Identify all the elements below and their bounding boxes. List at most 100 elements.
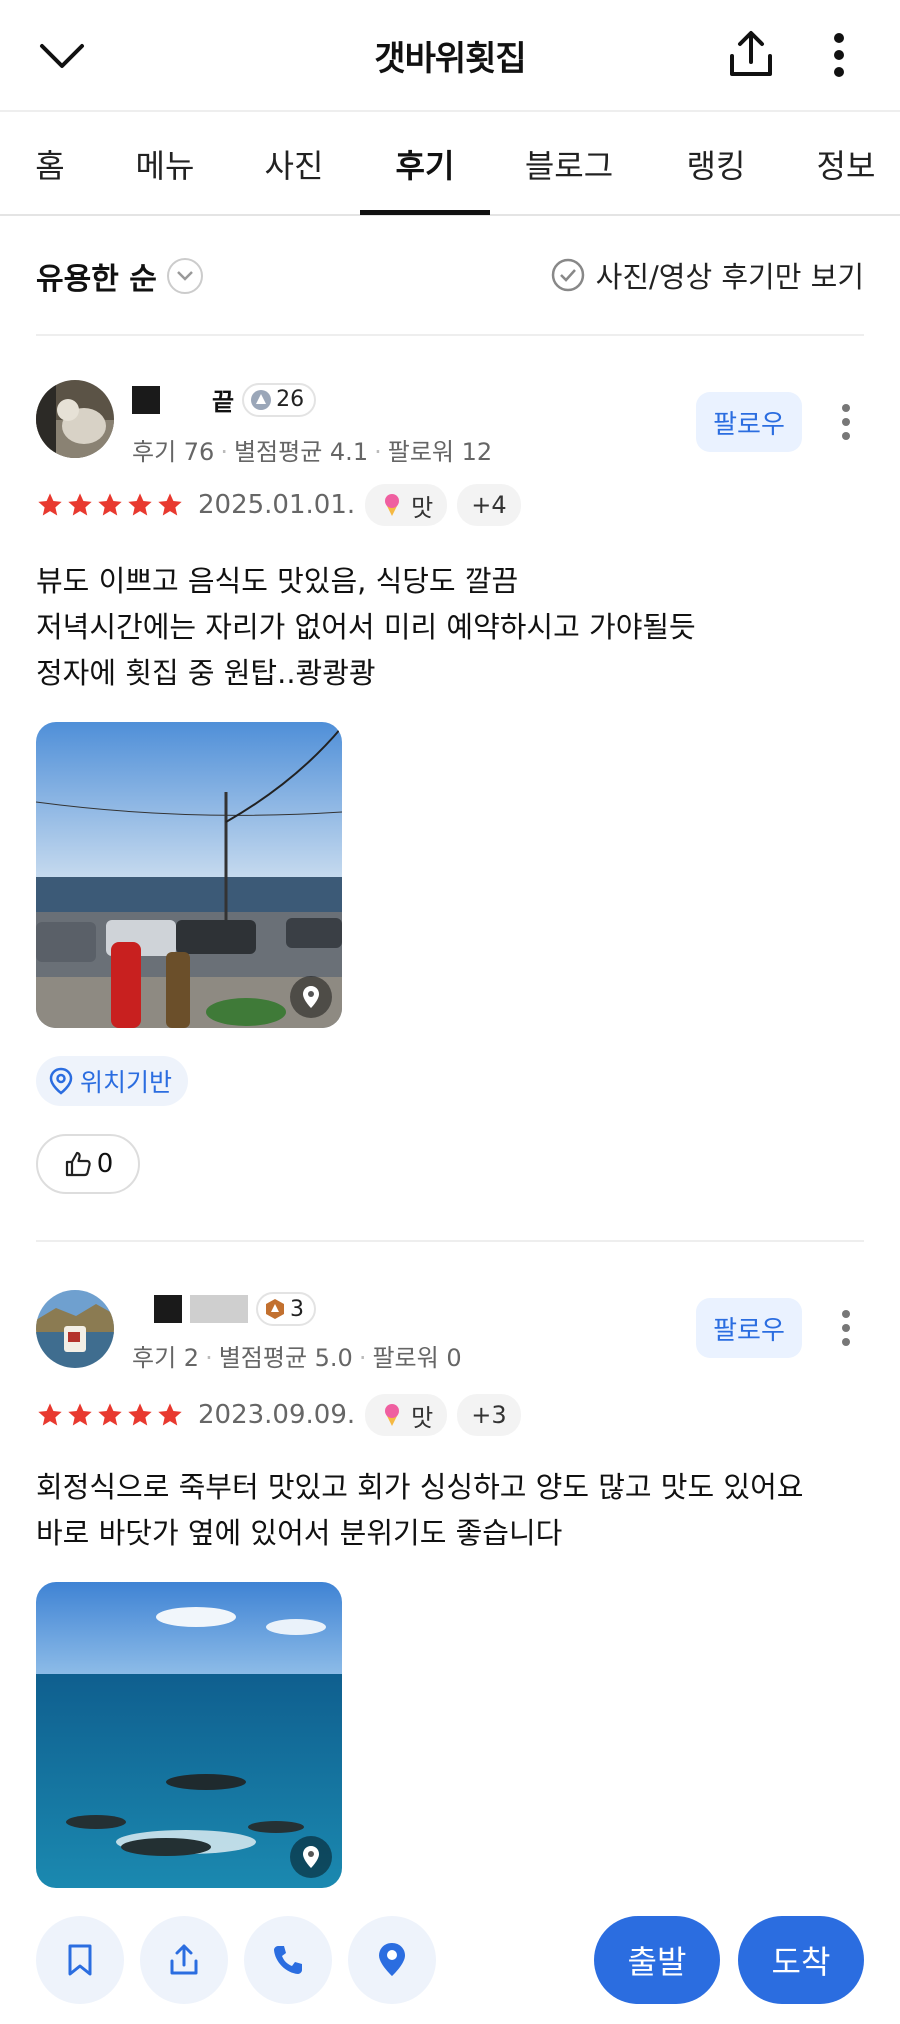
star-icon — [128, 493, 152, 516]
review-count: 후기 76 — [132, 438, 215, 466]
level-badge: 26 — [242, 382, 317, 417]
review-count: 후기 2 — [132, 1344, 200, 1372]
location-based-chip[interactable]: 위치기반 — [36, 1056, 189, 1106]
author-name[interactable]: 3 — [132, 1292, 316, 1326]
photo-only-filter[interactable]: 사진/영상 후기만 보기 — [550, 254, 864, 296]
star-icon — [38, 1403, 62, 1426]
more-vertical-icon[interactable] — [836, 402, 856, 442]
level-value: 26 — [276, 387, 305, 412]
tab-reviews[interactable]: 후기 — [360, 112, 490, 216]
star-icon — [68, 493, 92, 516]
share-button[interactable] — [140, 1916, 228, 2004]
header: 갯바위횟집 — [0, 0, 900, 112]
author-stats: 후기 76 · 별점평균 4.1 · 팔로워 12 — [132, 438, 493, 466]
bookmark-button[interactable] — [36, 1916, 124, 2004]
star-rating — [36, 491, 184, 519]
taste-tag-chip: 맛 — [365, 484, 448, 526]
tab-blog[interactable]: 블로그 — [514, 112, 624, 216]
star-icon — [68, 1403, 92, 1426]
ice-cream-icon — [385, 494, 400, 516]
star-icon — [128, 1403, 152, 1426]
review-date: 2023.09.09. — [198, 1400, 356, 1430]
filter-label: 사진/영상 후기만 보기 — [595, 260, 864, 294]
location-pin-icon — [290, 1836, 332, 1878]
review-item: 3 후기 2 · 별점평균 5.0 · 팔로워 0 팔로우 2023.09.09. 맛 … — [36, 1246, 864, 1906]
follow-button[interactable]: 팔로우 — [696, 1298, 802, 1358]
tab-info[interactable]: 정보 — [806, 112, 886, 216]
level-icon — [266, 1299, 284, 1319]
review-item: 끝 26 후기 76 · 별점평균 4.1 · 팔로워 12 팔로우 2025.01.0… — [36, 336, 864, 1236]
review-photo[interactable] — [36, 1582, 342, 1888]
sort-dropdown[interactable]: 유용한 순 — [36, 254, 203, 298]
redacted-name — [154, 1295, 182, 1323]
more-vertical-icon[interactable] — [822, 30, 856, 80]
taste-tag-chip: 맛 — [365, 1394, 448, 1436]
active-tab-indicator — [360, 210, 490, 215]
depart-button[interactable]: 출발 — [594, 1916, 720, 2004]
redacted-name — [190, 1295, 248, 1323]
review-line: 뷰도 이쁘고 음식도 맛있음, 식당도 깔끔 — [36, 564, 519, 598]
like-button[interactable]: 0 — [36, 1134, 140, 1194]
level-icon — [251, 389, 272, 410]
more-vertical-icon[interactable] — [836, 1308, 856, 1348]
avatar[interactable] — [36, 1290, 114, 1368]
more-tags-chip[interactable]: +3 — [457, 1394, 521, 1436]
star-icon — [98, 493, 122, 516]
tag-label: 맛 — [411, 1403, 434, 1432]
share-icon — [170, 1944, 198, 1975]
avatar[interactable] — [36, 380, 114, 458]
review-line: 회정식으로 죽부터 맛있고 회가 싱싱하고 양도 많고 맛도 있어요 — [36, 1470, 804, 1504]
tab-photos[interactable]: 사진 — [254, 112, 334, 216]
review-line: 정자에 횟집 중 원탑..쾅쾅쾅 — [36, 656, 376, 690]
tab-ranking[interactable]: 랭킹 — [676, 112, 756, 216]
tab-bar: 홈 메뉴 사진 후기 블로그 랭킹 정보 — [0, 112, 900, 216]
rating-average: 별점평균 5.0 — [218, 1344, 353, 1372]
ice-cream-icon — [385, 1404, 400, 1426]
level-badge: 3 — [256, 1292, 316, 1326]
call-button[interactable] — [244, 1916, 332, 2004]
review-text: 뷰도 이쁘고 음식도 맛있음, 식당도 깔끔 저녁시간에는 자리가 없어서 미리… — [36, 558, 696, 696]
star-icon — [38, 493, 62, 516]
author-stats: 후기 2 · 별점평균 5.0 · 팔로워 0 — [132, 1344, 462, 1372]
rating-average: 별점평균 4.1 — [233, 438, 369, 466]
more-tags-chip[interactable]: +4 — [457, 484, 521, 526]
review-line: 저녁시간에는 자리가 없어서 미리 예약하시고 가야될듯 — [36, 610, 696, 644]
tab-home[interactable]: 홈 — [22, 112, 78, 216]
rating-row: 2023.09.09. 맛 +3 — [36, 1394, 521, 1436]
sort-label: 유용한 순 — [36, 262, 157, 297]
page-title: 갯바위횟집 — [374, 38, 526, 79]
star-icon — [98, 1403, 122, 1426]
review-text: 회정식으로 죽부터 맛있고 회가 싱싱하고 양도 많고 맛도 있어요 바로 바닷… — [36, 1464, 803, 1556]
review-divider — [36, 1240, 864, 1242]
follow-button[interactable]: 팔로우 — [696, 392, 802, 452]
sort-bar: 유용한 순 사진/영상 후기만 보기 — [36, 216, 864, 336]
tag-label: 맛 — [411, 493, 434, 522]
chevron-down-icon[interactable] — [36, 34, 88, 78]
location-pin-icon — [49, 1067, 73, 1095]
like-count: 0 — [96, 1149, 114, 1179]
level-value: 3 — [290, 1296, 304, 1322]
review-photo[interactable] — [36, 722, 342, 1028]
location-based-label: 위치기반 — [80, 1068, 173, 1097]
chevron-down-icon — [166, 258, 203, 294]
star-icon — [158, 1403, 182, 1426]
location-pin-icon — [290, 976, 332, 1018]
phone-icon — [274, 1946, 302, 1974]
bookmark-icon — [68, 1944, 92, 1976]
thumbs-up-icon — [65, 1151, 91, 1177]
location-pin-icon — [379, 1943, 405, 1976]
star-icon — [158, 493, 182, 516]
bottom-action-bar: 출발 도착 — [0, 1910, 900, 2024]
follower-count: 팔로워 0 — [372, 1344, 462, 1372]
author-name[interactable]: 끝 26 — [132, 382, 317, 417]
review-line: 바로 바닷가 옆에 있어서 분위기도 좋습니다 — [36, 1516, 563, 1550]
share-icon[interactable] — [724, 28, 778, 82]
follower-count: 팔로워 12 — [387, 438, 493, 466]
tab-menu[interactable]: 메뉴 — [126, 112, 204, 216]
review-date: 2025.01.01. — [198, 490, 356, 520]
arrive-button[interactable]: 도착 — [738, 1916, 864, 2004]
navigation-button[interactable] — [348, 1916, 436, 2004]
check-circle-icon — [551, 258, 584, 292]
redacted-name — [132, 385, 160, 414]
author-name-suffix: 끝 — [212, 388, 235, 416]
